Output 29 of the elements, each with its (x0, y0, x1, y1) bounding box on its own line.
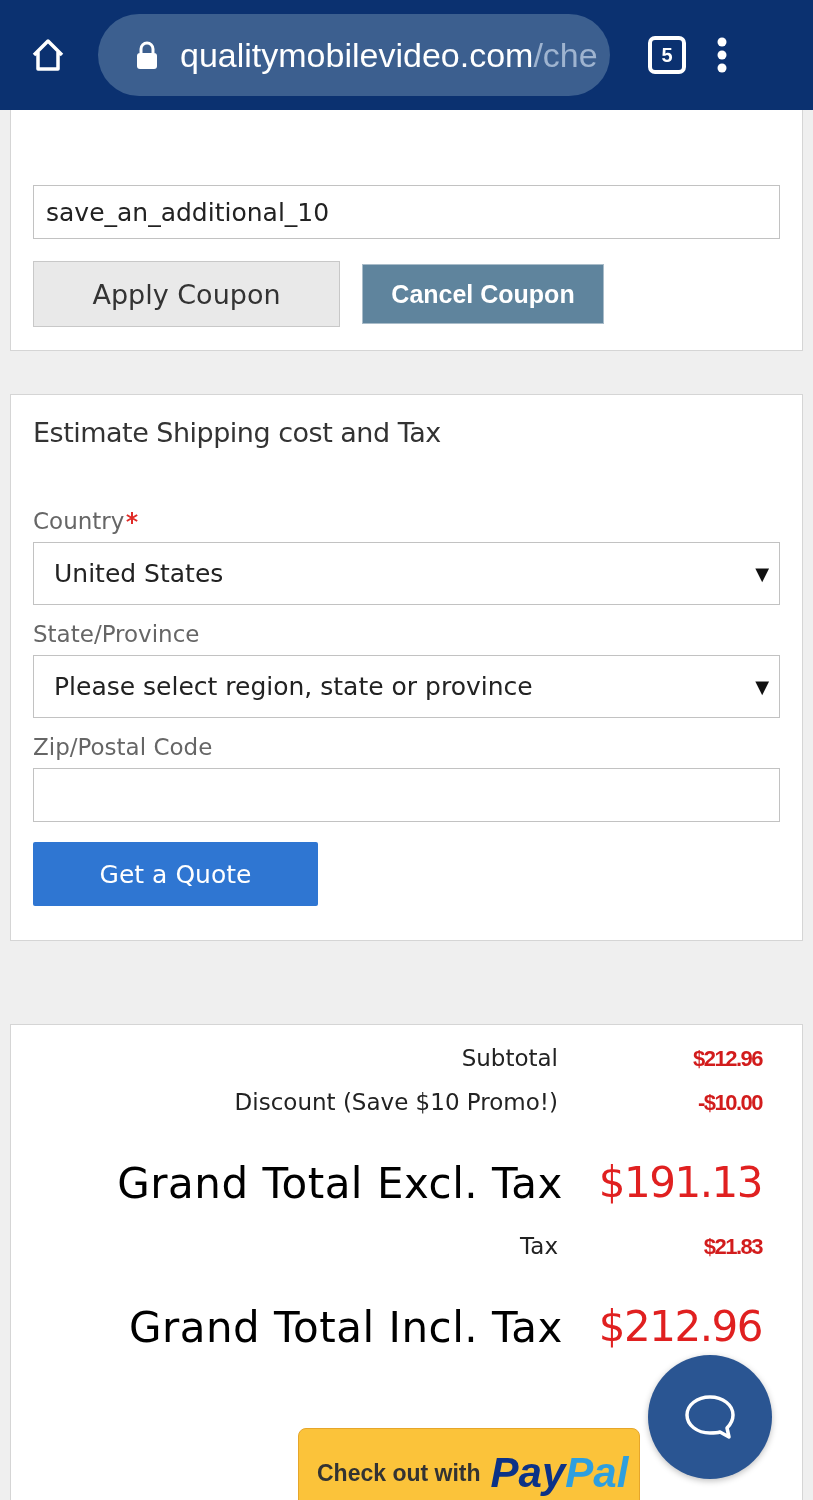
total-amount: $21.83 (702, 1234, 762, 1260)
cancel-coupon-button[interactable]: Cancel Coupon (362, 264, 604, 324)
apply-coupon-button[interactable]: Apply Coupon (33, 261, 340, 327)
total-amount: $212.96 (598, 1300, 762, 1353)
total-label: Subtotal (461, 1045, 558, 1071)
required-asterisk-icon (126, 512, 139, 524)
chat-bubble-icon (684, 1394, 736, 1440)
lock-icon (134, 40, 160, 70)
url-text: qualitymobilevideo.com/che (180, 35, 598, 75)
field-label: Country (33, 508, 125, 534)
total-label: Grand Total Excl. Tax (117, 1158, 563, 1208)
get-quote-button[interactable]: Get a Quote (33, 842, 318, 906)
field-label: State/Province (33, 621, 200, 647)
total-amount: -$10.00 (696, 1090, 762, 1116)
total-label: Tax (520, 1233, 558, 1259)
section-title: Estimate Shipping cost and Tax (33, 417, 442, 448)
dropdown-field[interactable]: United States ▼ (33, 542, 780, 605)
coupon-code-field[interactable]: save_an_additional_10 (33, 185, 780, 239)
total-label: Discount (Save $10 Promo!) (234, 1089, 558, 1115)
total-amount: $191.13 (598, 1156, 762, 1209)
field-label: Zip/Postal Code (33, 734, 213, 760)
paypal-checkout-button[interactable]: Check out with PayPal (298, 1428, 640, 1500)
address-bar[interactable]: qualitymobilevideo.com/che (98, 14, 610, 96)
total-label: Grand Total Incl. Tax (128, 1302, 563, 1352)
dropdown-field[interactable]: Please select region, state or province ▼ (33, 655, 780, 718)
tab-count-button[interactable]: 5 (648, 36, 686, 74)
zip-code-field[interactable] (33, 768, 780, 822)
menu-icon[interactable] (716, 37, 728, 73)
total-amount: $212.96 (691, 1046, 762, 1072)
